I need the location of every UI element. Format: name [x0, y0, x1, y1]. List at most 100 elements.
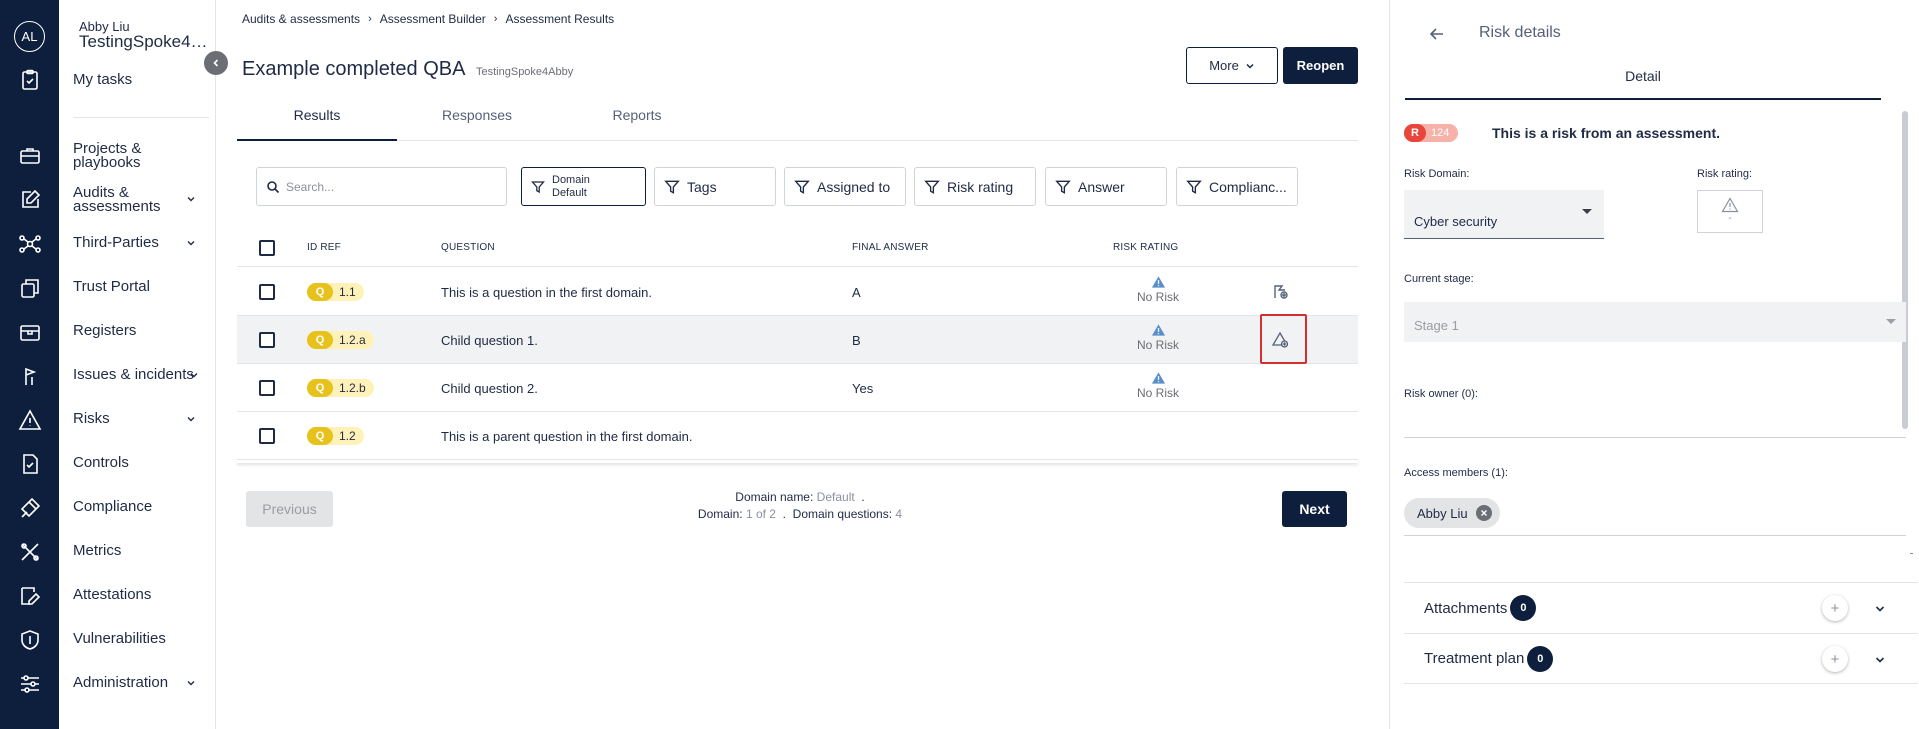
separator-dot: . — [861, 490, 865, 504]
current-stage-select[interactable]: Stage 1 — [1404, 302, 1906, 342]
breadcrumb-item[interactable]: Audits & assessments — [242, 12, 360, 26]
chevron-down-icon[interactable] — [186, 238, 196, 248]
network-icon[interactable] — [18, 232, 42, 256]
nav-item-registers[interactable]: Registers — [73, 323, 136, 338]
remove-member-icon[interactable] — [1475, 505, 1492, 521]
nav-item-compliance[interactable]: Compliance — [73, 499, 152, 514]
caret-down-icon — [1886, 319, 1896, 324]
issues-icon[interactable] — [18, 364, 42, 388]
chevron-down-icon[interactable] — [186, 194, 196, 204]
risk-rating-label: Risk rating: — [1697, 168, 1753, 180]
risk-badge: R 124 — [1404, 124, 1459, 142]
reopen-button[interactable]: Reopen — [1283, 47, 1358, 84]
table-row[interactable]: Q 1.2.a Child question 1. B No Risk — [237, 316, 1358, 364]
attestations-icon[interactable] — [18, 584, 42, 608]
domain-label: Domain: — [697, 507, 743, 521]
chevron-down-icon[interactable] — [186, 414, 196, 424]
treatment-plan-label: Treatment plan — [1424, 650, 1525, 667]
chevron-down-icon[interactable] — [1874, 603, 1886, 615]
add-attachment-button[interactable]: + — [1822, 595, 1848, 621]
tasks-icon[interactable] — [18, 68, 42, 92]
current-stage-label: Current stage: — [1404, 273, 1474, 285]
row-checkbox[interactable] — [259, 380, 275, 396]
table-row[interactable]: Q 1.2 This is a parent question in the fi… — [237, 412, 1358, 460]
column-header: RISK RATING — [1113, 242, 1179, 253]
access-members-field[interactable] — [1404, 535, 1906, 536]
breadcrumb-item[interactable]: Assessment Builder — [380, 12, 486, 26]
risk-owner-field[interactable] — [1404, 437, 1906, 438]
filter-risk-rating[interactable]: Risk rating — [914, 167, 1036, 206]
nav-item-issues[interactable]: Issues & incidents — [73, 367, 194, 382]
nav-item-administration[interactable]: Administration — [73, 675, 168, 690]
back-arrow-icon[interactable] — [1427, 24, 1447, 44]
pagination-line-2: Domain: 1 of 2 . Domain questions: 4 — [620, 506, 980, 523]
tab-bar: Results Responses Reports — [237, 105, 1358, 141]
attachments-section[interactable]: Attachments 0 + — [1404, 582, 1918, 633]
scrollbar[interactable] — [1902, 111, 1908, 429]
metrics-icon[interactable] — [18, 540, 42, 564]
risk-details-drawer: Risk details Detail R 124 This is a risk … — [1389, 0, 1919, 729]
collapse-sidebar-button[interactable] — [204, 51, 228, 75]
filter-domain[interactable]: Domain Default — [521, 167, 646, 206]
filter-icon — [531, 180, 545, 194]
final-answer: Yes — [852, 381, 874, 396]
view-risk-icon[interactable] — [1269, 280, 1293, 304]
risk-domain-select[interactable]: Cyber security — [1404, 190, 1604, 239]
add-treatment-button[interactable]: + — [1822, 646, 1848, 672]
risk-rating-text: No Risk — [1136, 338, 1179, 352]
trust-portal-icon[interactable] — [18, 276, 42, 300]
page-subtitle: TestingSpoke4Abby — [476, 66, 574, 78]
org-name[interactable]: TestingSpoke4Abby — [79, 32, 215, 52]
more-button[interactable]: More — [1186, 47, 1278, 84]
treatment-plan-section[interactable]: Treatment plan 0 + — [1404, 633, 1918, 684]
more-button-label: More — [1209, 58, 1239, 73]
nav-item-projects[interactable]: Projects & playbooks — [73, 141, 153, 170]
search-input[interactable] — [286, 179, 486, 194]
chevron-down-icon[interactable] — [1874, 654, 1886, 666]
question-badge-letter: Q — [307, 331, 333, 349]
nav-item-audits[interactable]: Audits & assessments — [73, 185, 168, 214]
filter-answer[interactable]: Answer — [1045, 167, 1167, 206]
treatment-plan-count: 0 — [1527, 645, 1554, 672]
tab-responses[interactable]: Responses — [397, 105, 557, 141]
next-button[interactable]: Next — [1282, 491, 1347, 527]
chevron-down-icon[interactable] — [189, 370, 199, 380]
drawer-title: Risk details — [1479, 24, 1561, 41]
shield-icon[interactable] — [18, 628, 42, 652]
caret-down-icon — [1582, 209, 1592, 214]
briefcase-icon[interactable] — [18, 144, 42, 168]
search-box — [256, 167, 507, 206]
nav-item-vulnerabilities[interactable]: Vulnerabilities — [73, 631, 166, 646]
tab-detail[interactable]: Detail — [1405, 64, 1881, 100]
chevron-down-icon[interactable] — [186, 678, 196, 688]
risk-rating-box[interactable]: - — [1697, 190, 1763, 233]
final-answer: B — [852, 333, 861, 348]
controls-icon[interactable] — [18, 452, 42, 476]
administration-icon[interactable] — [18, 672, 42, 696]
nav-item-metrics[interactable]: Metrics — [73, 543, 121, 558]
row-checkbox[interactable] — [259, 284, 275, 300]
filter-assigned-to[interactable]: Assigned to — [784, 167, 906, 206]
tab-reports[interactable]: Reports — [557, 105, 717, 141]
table-row[interactable]: Q 1.2.b Child question 2. Yes No Risk — [237, 364, 1358, 412]
nav-item-trust-portal[interactable]: Trust Portal — [73, 279, 150, 294]
row-checkbox[interactable] — [259, 428, 275, 444]
previous-button[interactable]: Previous — [246, 491, 333, 527]
nav-item-my-tasks[interactable]: My tasks — [73, 72, 132, 87]
pagination-info: Domain name: Default . Domain: 1 of 2 . … — [620, 489, 980, 523]
nav-item-controls[interactable]: Controls — [73, 455, 129, 470]
warning-icon[interactable] — [18, 408, 42, 432]
select-all-checkbox[interactable] — [259, 240, 275, 256]
nav-item-risks[interactable]: Risks — [73, 411, 110, 426]
table-row[interactable]: Q 1.1 This is a question in the first dom… — [237, 268, 1358, 316]
registers-icon[interactable] — [18, 320, 42, 344]
row-checkbox[interactable] — [259, 332, 275, 348]
filter-tags[interactable]: Tags — [654, 167, 776, 206]
nav-item-third-parties[interactable]: Third-Parties — [73, 235, 159, 250]
edit-icon[interactable] — [18, 188, 42, 212]
nav-item-attestations[interactable]: Attestations — [73, 587, 151, 602]
tab-results[interactable]: Results — [237, 105, 397, 141]
filter-compliance[interactable]: Complianc... — [1176, 167, 1298, 206]
compliance-icon[interactable] — [18, 496, 42, 520]
avatar[interactable]: AL — [14, 21, 45, 52]
